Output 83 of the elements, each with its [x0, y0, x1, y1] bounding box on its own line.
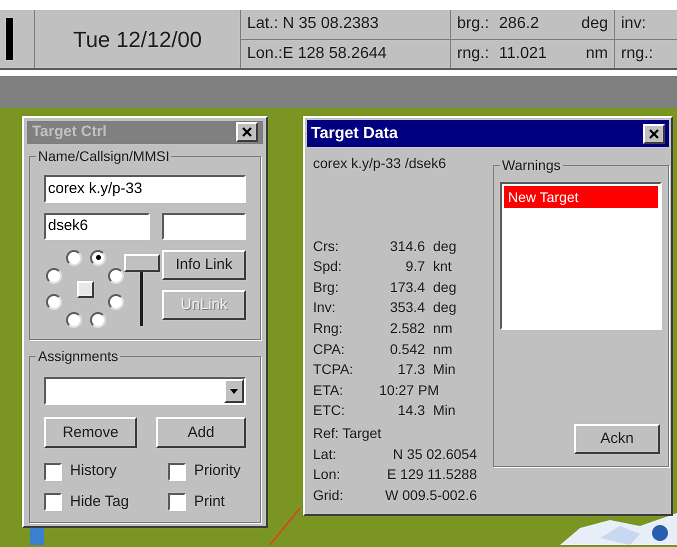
data-label: ETA:: [313, 380, 344, 400]
unit-text: nm: [433, 318, 452, 338]
radio-button[interactable]: [108, 294, 124, 310]
warning-item[interactable]: New Target: [504, 186, 658, 208]
checkbox[interactable]: [44, 493, 62, 512]
data-value: W 009.5-002.6: [384, 486, 477, 505]
data-label: TCPA:: [313, 360, 354, 380]
unit-text: Min: [433, 360, 456, 380]
checkbox-label: Hide Tag: [70, 492, 129, 512]
name-field[interactable]: corex k.y/p-33: [44, 174, 246, 203]
latitude-text: Lat.: N 35 08.2383: [241, 10, 450, 40]
data-label: Brg:: [313, 278, 340, 297]
data-value: N 35 02.6054: [392, 444, 477, 464]
remove-button[interactable]: Remove: [44, 417, 137, 448]
route-line: [270, 508, 300, 545]
data-label: CPA:: [313, 340, 346, 359]
bearing-value: 286.2: [499, 14, 540, 34]
radio-button[interactable]: [90, 312, 106, 328]
data-label: Lon:: [313, 465, 342, 484]
close-icon: [242, 127, 252, 138]
dropdown-arrow-button[interactable]: [224, 379, 244, 404]
radio-button[interactable]: [66, 250, 82, 266]
checkbox-label: Print: [194, 492, 225, 512]
data-value: 173.4: [388, 278, 425, 297]
data-label: Grid:: [313, 486, 344, 505]
data-label: Lat:: [313, 444, 338, 464]
checkbox[interactable]: [168, 462, 186, 481]
status-indicator: [6, 18, 13, 60]
unit-text: deg: [581, 14, 608, 34]
mmsi-field[interactable]: [162, 212, 246, 240]
unit-text: nm: [586, 44, 608, 64]
caret-icon: [230, 388, 238, 394]
checkbox[interactable]: [44, 462, 62, 481]
range-label: rng.:: [620, 44, 654, 64]
target-name: corex k.y/p-33 /dsek6: [313, 154, 448, 173]
center-square[interactable]: [77, 280, 94, 298]
bearing-value: 11.021: [499, 44, 547, 64]
ackn-button[interactable]: Ackn: [574, 424, 660, 454]
checkbox[interactable]: [168, 493, 186, 512]
unit-text: Min: [433, 401, 456, 420]
close-button[interactable]: [236, 122, 258, 142]
callsign-field[interactable]: dsek6: [44, 212, 150, 240]
data-value: 17.3: [396, 360, 425, 380]
data-label: Inv:: [313, 298, 337, 318]
data-value: 314.6: [388, 236, 425, 256]
data-value: 10:27 PM: [378, 380, 439, 400]
radio-button[interactable]: [46, 294, 62, 310]
data-value: E 129 11.5288: [386, 465, 477, 484]
data-value: 9.7: [404, 257, 425, 276]
radio-button[interactable]: [46, 268, 62, 284]
checkbox-label: Priority: [194, 461, 241, 482]
data-label: Spd:: [313, 257, 343, 276]
window-title: Target Data: [311, 124, 398, 144]
bearing-label: rng.:: [457, 44, 490, 64]
longitude-text: Lon.:E 128 58.2644: [246, 44, 388, 64]
radio-button[interactable]: [108, 268, 124, 284]
checkbox-label: History: [70, 461, 117, 482]
data-label: Crs:: [313, 236, 340, 256]
unit-text: knt: [433, 257, 452, 276]
radio-button[interactable]: [90, 250, 106, 266]
date-text: Tue 12/12/00: [73, 26, 202, 54]
data-label: Rng:: [313, 318, 344, 338]
inverse-label: inv:: [615, 10, 677, 40]
bearing-label: brg.:: [457, 14, 490, 34]
marker-icon: [30, 528, 44, 545]
data-label: ETC:: [313, 401, 346, 420]
radio-button[interactable]: [66, 312, 82, 328]
data-value: 0.542: [388, 340, 425, 359]
assignment-dropdown[interactable]: [44, 377, 246, 406]
data-value: 2.582: [388, 318, 425, 338]
info-link-button[interactable]: Info Link: [162, 250, 246, 280]
reference-heading: Ref: Target: [313, 424, 382, 443]
add-button[interactable]: Add: [156, 417, 246, 448]
close-icon: [649, 128, 659, 138]
window-title: Target Ctrl: [32, 122, 107, 142]
unit-text: deg: [433, 278, 456, 297]
unit-text: deg: [433, 298, 456, 318]
unit-text: nm: [433, 340, 452, 359]
data-value: 353.4: [388, 298, 425, 318]
unit-text: deg: [433, 236, 456, 256]
data-value: 14.3: [396, 401, 425, 420]
slider-thumb[interactable]: [124, 254, 160, 272]
close-button[interactable]: [643, 124, 665, 144]
